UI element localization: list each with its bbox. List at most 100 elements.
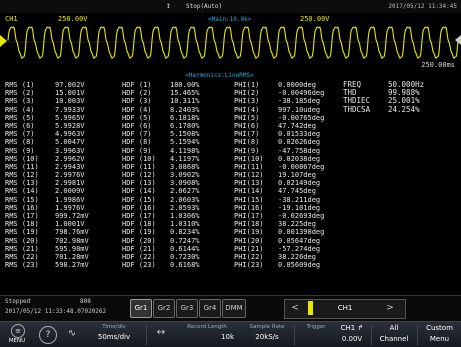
hdf-value: 2.0627% (170, 187, 200, 196)
hdf-row: HDF (2) 15.465% (122, 89, 200, 97)
hdf-value: 0.8234% (170, 228, 200, 237)
hdf-row: HDF (5) 6.1818% (122, 114, 200, 122)
rms-label: RMS (15) (5, 195, 39, 204)
hdf-row: HDF (22) 0.7230% (122, 253, 200, 261)
channel-color-indicator (308, 301, 313, 315)
rms-row: RMS (17) 999.72mV (5, 212, 89, 220)
rms-label: RMS (2) (5, 89, 35, 98)
acquisition-count: 808 (80, 298, 91, 305)
record-length-value: 10k (221, 333, 234, 341)
rms-column: RMS (1) 97.002V RMS (2) 15.001V RMS (3) 10.00… (5, 81, 89, 269)
hdf-row: HDF (8) 5.1594% (122, 138, 200, 146)
record-length-key[interactable]: Record Length 10k (174, 322, 240, 347)
rms-row: RMS (2) 15.001V (5, 89, 89, 97)
hdf-row: HDF (13) 3.0908% (122, 179, 200, 187)
rms-row: RMS (7) 4.9963V (5, 130, 89, 138)
hdf-row: HDF (18) 1.0310% (122, 220, 200, 228)
harmonics-table: <Harmonics:LineRMS> RMS (1) 97.002V RMS (2… (0, 71, 461, 295)
tab-dmm[interactable]: DMM (222, 299, 246, 318)
trigger-key[interactable]: Trigger (296, 322, 336, 347)
sample-rate-key[interactable]: Sample Rate 20kS/s (242, 322, 292, 347)
hdf-label: HDF (2) (122, 89, 152, 98)
hdf-column: HDF (1) 100.00% HDF (2) 15.465% HDF (3) 10.31… (122, 81, 200, 269)
rms-row: RMS (20) 702.98mV (5, 237, 89, 245)
tab-gr4[interactable]: Gr4 (199, 299, 221, 318)
hdf-label: HDF (18) (122, 220, 156, 229)
custom-menu-line2: Menu (429, 335, 450, 343)
phi-value: 0.05647deg (278, 236, 321, 245)
trigger-source-key[interactable]: CH1 ↱ 0.00V (336, 322, 368, 347)
phi-label: PHI(21) (234, 244, 264, 253)
hdf-value: 8.2403% (170, 105, 200, 114)
phi-label: PHI(16) (234, 203, 264, 212)
phi-value: -38.211deg (278, 195, 321, 204)
phi-value: 0.01533deg (278, 130, 321, 139)
phi-row: PHI(1) 0.0000deg (234, 81, 324, 89)
volt-div-left: 250.00V (58, 15, 88, 23)
time-div-title: Time/div (102, 324, 126, 330)
custom-menu-key[interactable]: Custom Menu (420, 322, 459, 347)
phi-value: -57.274deg (278, 244, 321, 253)
hdf-label: HDF (20) (122, 236, 156, 245)
rms-value: 1.9976V (55, 203, 85, 212)
hdf-row: HDF (23) 0.6168% (122, 261, 200, 269)
rms-row: RMS (6) 5.9928V (5, 122, 89, 130)
harmonics-title: <Harmonics:LineRMS> (185, 72, 254, 79)
phi-value: 997.10udeg (278, 105, 321, 114)
rms-value: 701.28mV (55, 252, 89, 261)
rms-value: 3.9963V (55, 146, 85, 155)
tab-gr2[interactable]: Gr2 (153, 299, 175, 318)
main-zoom-label: <Main:10.0k> (208, 16, 252, 23)
rms-row: RMS (8) 5.0047V (5, 138, 89, 146)
rms-value: 5.9965V (55, 113, 85, 122)
phi-column: PHI(1) 0.0000deg PHI(2) -0.00496deg PHI(3) -3… (234, 81, 324, 269)
hdf-label: HDF (5) (122, 113, 152, 122)
ch1-ground-marker[interactable] (0, 35, 7, 47)
nav-next-button[interactable]: > (381, 299, 399, 317)
nav-channel-label[interactable]: CH1 (322, 299, 368, 317)
phi-value: -38.185deg (278, 97, 321, 106)
all-channel-line2: Channel (379, 335, 409, 343)
rms-label: RMS (14) (5, 187, 39, 196)
hdf-label: HDF (23) (122, 261, 156, 270)
phi-row: PHI(5) -0.00765deg (234, 114, 324, 122)
rms-row: RMS (14) 2.0009V (5, 187, 89, 195)
phi-row: PHI(10) 0.02038deg (234, 155, 324, 163)
hdf-row: HDF (11) 3.0868% (122, 163, 200, 171)
phi-label: PHI(1) (234, 81, 260, 89)
rms-value: 7.9933V (55, 105, 85, 114)
hdf-value: 1.0306% (170, 212, 200, 220)
phi-value: 0.02626deg (278, 138, 321, 147)
summary-column: FREQ 50.000Hz THD 99.988% THDIEC 25.001% THDCS… (343, 80, 424, 114)
trigger-title: Trigger (306, 324, 326, 330)
rms-row: RMS (22) 701.28mV (5, 253, 89, 261)
zoom-icon[interactable]: ↔ (150, 322, 172, 347)
hdf-value: 3.0902% (170, 171, 200, 180)
phi-row: PHI(2) -0.00496deg (234, 89, 324, 97)
tab-gr1[interactable]: Gr1 (130, 299, 152, 318)
rms-label: RMS (4) (5, 105, 35, 114)
time-div-key[interactable]: Time/div 50ms/div (84, 322, 144, 347)
rising-edge-icon: ↱ (357, 324, 364, 332)
hdf-label: HDF (16) (122, 203, 156, 212)
phi-label: PHI(5) (234, 113, 260, 122)
phi-row: PHI(16) -19.101deg (234, 204, 324, 212)
waveform-wave-icon[interactable]: ∿ (62, 322, 82, 347)
hdf-row: HDF (21) 0.6144% (122, 245, 200, 253)
nav-prev-button[interactable]: < (286, 299, 304, 317)
help-button[interactable]: ? (34, 322, 60, 347)
phi-label: PHI(9) (234, 146, 260, 155)
tab-gr3[interactable]: Gr3 (176, 299, 198, 318)
rms-value: 4.9963V (55, 130, 85, 139)
all-channel-key[interactable]: All Channel (374, 322, 414, 347)
phi-row: PHI(3) -38.185deg (234, 97, 324, 105)
hdf-label: HDF (4) (122, 105, 152, 114)
hdf-label: HDF (22) (122, 252, 156, 261)
waveform-display[interactable]: CH1 250.00V <Main:10.0k> 250.00V 250.00m… (0, 13, 461, 71)
phi-row: PHI(20) 0.05647deg (234, 237, 324, 245)
rms-label: RMS (23) (5, 261, 39, 270)
phi-row: PHI(17) -0.02693deg (234, 212, 324, 220)
hdf-label: HDF (15) (122, 195, 156, 204)
hdf-row: HDF (10) 4.1197% (122, 155, 200, 163)
menu-button[interactable]: ≡ MENU (2, 322, 32, 347)
